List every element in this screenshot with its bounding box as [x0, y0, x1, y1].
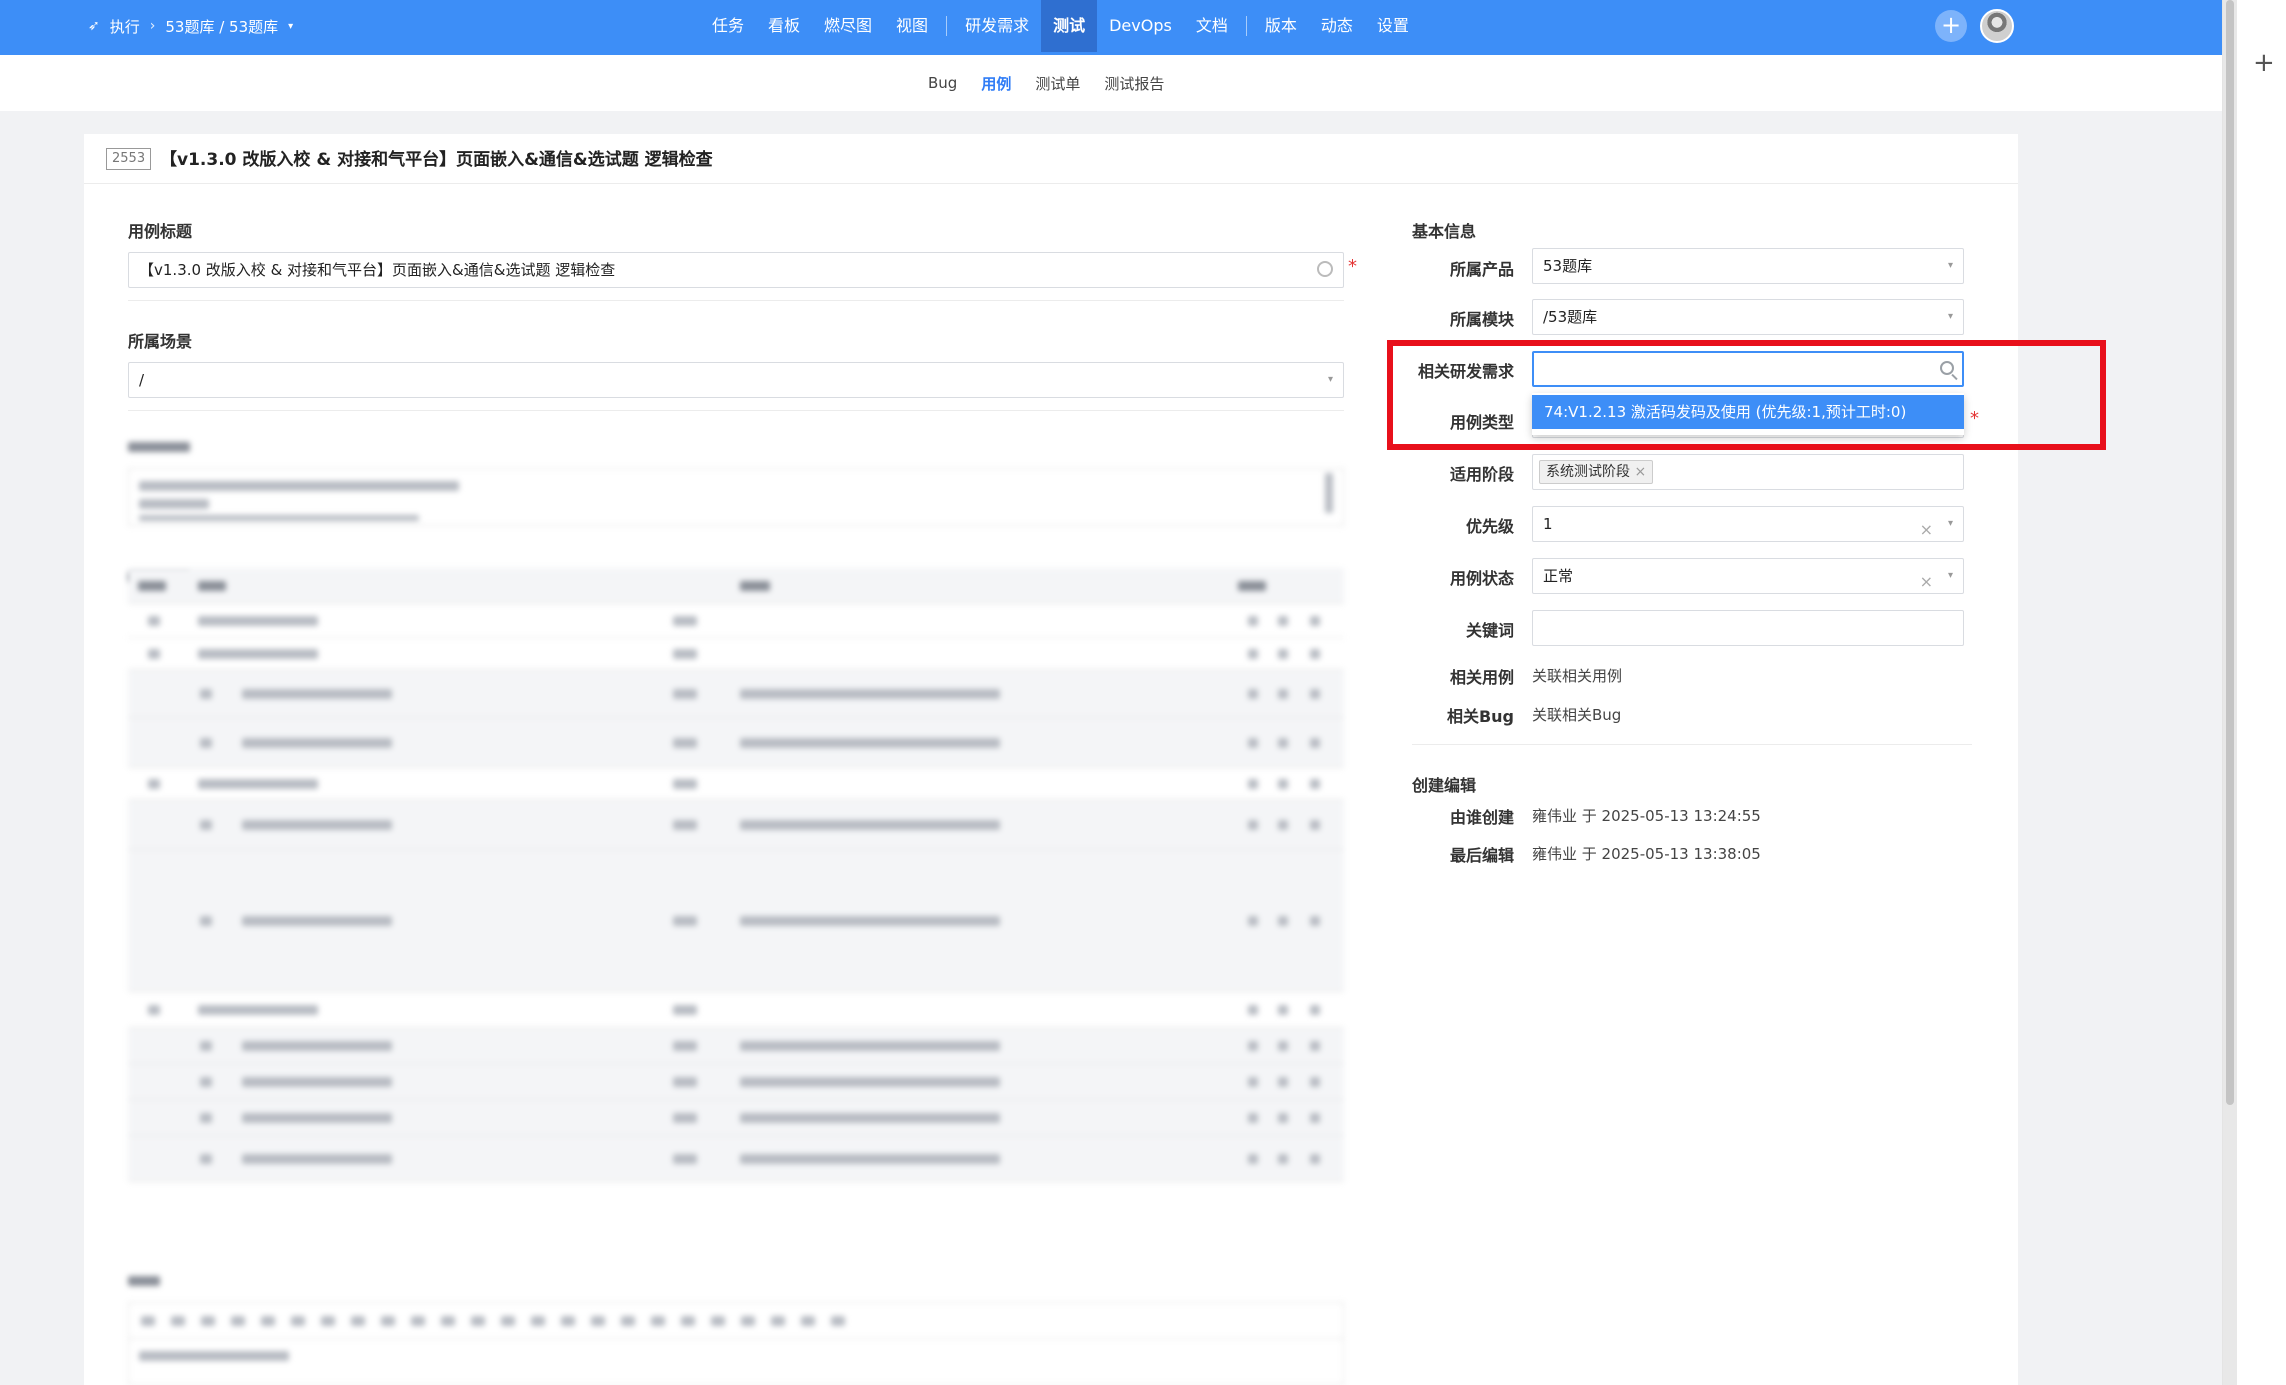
- required-mark: *: [1348, 256, 1357, 277]
- priority-label: 优先级: [1465, 517, 1514, 536]
- table-row: [128, 768, 1344, 800]
- table-row: [128, 1028, 1344, 1064]
- chevron-down-icon: ▾: [1327, 374, 1333, 385]
- case-title-value: 【v1.3.0 改版入校 & 对接和气平台】页面嵌入&通信&选试题 逻辑检查: [139, 261, 616, 279]
- case-id-badge: 2553: [106, 148, 152, 170]
- card-header: 2553 【v1.3.0 改版入校 & 对接和气平台】页面嵌入&通信&选试题 逻…: [84, 134, 2018, 184]
- scene-value: /: [139, 371, 145, 389]
- scrollbar[interactable]: [2223, 0, 2237, 1385]
- nav-item[interactable]: 看板: [756, 0, 812, 52]
- scrollbar-thumb[interactable]: [2226, 0, 2234, 1105]
- color-palette-icon[interactable]: [1317, 261, 1333, 277]
- stage-tag-label: 系统测试阶段: [1546, 464, 1630, 480]
- clear-icon[interactable]: ×: [1920, 513, 1933, 541]
- nav-divider: [946, 16, 948, 36]
- priority-value: 1: [1543, 515, 1553, 533]
- divider: [128, 300, 1344, 301]
- case-title-label: 用例标题: [128, 222, 193, 241]
- page-title: 【v1.3.0 改版入校 & 对接和气平台】页面嵌入&通信&选试题 逻辑检查: [160, 150, 713, 170]
- divider: [1412, 744, 1972, 745]
- edited-by-value: 雍伟业 于 2025-05-13 13:38:05: [1532, 845, 1761, 863]
- subnav-item[interactable]: 测试单: [1035, 73, 1080, 94]
- module-label: 所属模块: [1449, 310, 1514, 329]
- module-value: /53题库: [1543, 308, 1598, 326]
- nav-item[interactable]: 燃尽图: [812, 0, 884, 52]
- expand-plus-icon[interactable]: +: [2253, 48, 2275, 78]
- case-edit-card: 2553 【v1.3.0 改版入校 & 对接和气平台】页面嵌入&通信&选试题 逻…: [84, 134, 2018, 1385]
- stage-tag[interactable]: 系统测试阶段 ×: [1539, 460, 1654, 484]
- nav-item[interactable]: DevOps: [1097, 0, 1184, 52]
- scene-label: 所属场景: [128, 332, 193, 351]
- clear-icon[interactable]: ×: [1920, 565, 1933, 593]
- nav-item[interactable]: 视图: [884, 0, 940, 52]
- annotation-highlight-box: [1387, 340, 2106, 450]
- product-value: 53题库: [1543, 257, 1593, 275]
- status-label: 用例状态: [1449, 569, 1514, 588]
- created-by-label: 由谁创建: [1449, 808, 1514, 827]
- chevron-down-icon: ▾: [1947, 518, 1953, 529]
- breadcrumb: ➶ 执行 › 53题库 / 53题库 ▾: [88, 0, 293, 52]
- top-navbar: ➶ 执行 › 53题库 / 53题库 ▾ 任务 看板 燃尽图 视图 研发需求 测试 DevO…: [0, 0, 2222, 55]
- status-value: 正常: [1543, 567, 1574, 585]
- nav-item[interactable]: 研发需求: [953, 0, 1041, 52]
- nav-item[interactable]: 任务: [700, 0, 756, 52]
- close-icon[interactable]: ×: [1634, 464, 1646, 480]
- stage-multiselect[interactable]: 系统测试阶段 ×: [1532, 454, 1964, 490]
- sub-nav: Bug 用例 测试单 测试报告: [0, 55, 2222, 111]
- divider: [128, 410, 1344, 411]
- priority-select[interactable]: 1 × ▾: [1532, 506, 1964, 542]
- created-by-value: 雍伟业 于 2025-05-13 13:24:55: [1532, 807, 1761, 825]
- subnav-item[interactable]: Bug: [928, 74, 957, 92]
- nav-item[interactable]: 版本: [1253, 0, 1309, 52]
- table-row: [128, 1064, 1344, 1100]
- chevron-down-icon[interactable]: ▾: [288, 21, 293, 32]
- blurred-steps-table: [128, 568, 1344, 1364]
- breadcrumb-execution[interactable]: 执行: [110, 16, 140, 37]
- keywords-input[interactable]: [1532, 610, 1964, 646]
- table-row: [128, 850, 1344, 992]
- table-row: [128, 1136, 1344, 1182]
- create-edit-heading: 创建编辑: [1412, 776, 1477, 795]
- table-row: [128, 992, 1344, 1028]
- case-title-input[interactable]: 【v1.3.0 改版入校 & 对接和气平台】页面嵌入&通信&选试题 逻辑检查: [128, 252, 1344, 288]
- table-row: [128, 638, 1344, 670]
- link-bug-link[interactable]: 关联相关Bug: [1532, 704, 1621, 725]
- breadcrumb-product[interactable]: 53题库 / 53题库: [165, 16, 278, 37]
- keywords-label: 关键词: [1465, 621, 1514, 640]
- stage-label: 适用阶段: [1449, 465, 1514, 484]
- subnav-item[interactable]: 用例: [981, 73, 1011, 94]
- avatar[interactable]: [1980, 9, 2014, 43]
- basic-info-heading: 基本信息: [1412, 222, 1477, 241]
- nav-item[interactable]: 设置: [1365, 0, 1421, 52]
- edited-by-label: 最后编辑: [1449, 846, 1514, 865]
- chevron-down-icon: ▾: [1947, 570, 1953, 581]
- linkbug-label: 相关Bug: [1446, 707, 1514, 726]
- linkcase-label: 相关用例: [1449, 668, 1514, 687]
- nav-item[interactable]: 文档: [1184, 0, 1240, 52]
- table-row: [128, 604, 1344, 638]
- subnav-item[interactable]: 测试报告: [1104, 73, 1164, 94]
- main-nav: 任务 看板 燃尽图 视图 研发需求 测试 DevOps 文档 版本 动态 设置: [700, 0, 1421, 52]
- chevron-right-icon: ›: [149, 18, 156, 34]
- side-panel: +: [2222, 0, 2286, 1385]
- nav-item[interactable]: 动态: [1309, 0, 1365, 52]
- chevron-down-icon: ▾: [1947, 311, 1953, 322]
- scene-select[interactable]: / ▾: [128, 362, 1344, 398]
- plus-icon[interactable]: +: [1935, 10, 1967, 42]
- nav-item[interactable]: 测试: [1041, 0, 1098, 52]
- module-select[interactable]: /53题库 ▾: [1532, 299, 1964, 335]
- product-select[interactable]: 53题库 ▾: [1532, 248, 1964, 284]
- status-select[interactable]: 正常 × ▾: [1532, 558, 1964, 594]
- nav-divider: [1245, 16, 1247, 36]
- chevron-down-icon: ▾: [1947, 260, 1953, 271]
- table-header: [128, 568, 1344, 604]
- table-row: [128, 1100, 1344, 1136]
- table-row: [128, 800, 1344, 850]
- table-row: [128, 670, 1344, 718]
- execution-icon: ➶: [88, 18, 100, 34]
- product-label: 所属产品: [1449, 260, 1514, 279]
- table-row: [128, 718, 1344, 768]
- link-case-link[interactable]: 关联相关用例: [1532, 665, 1622, 686]
